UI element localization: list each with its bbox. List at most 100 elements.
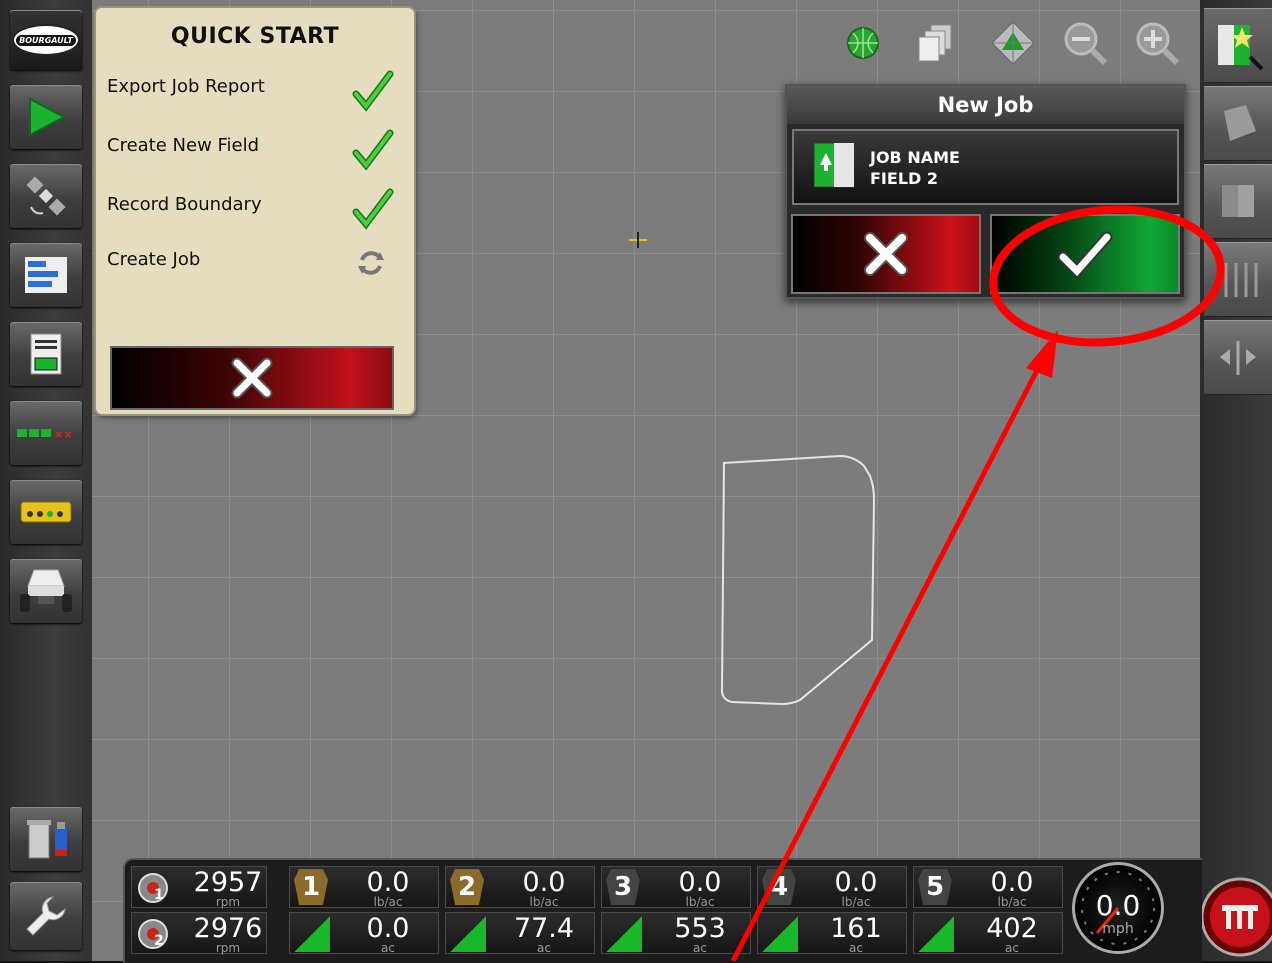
section-3-area-icon xyxy=(606,916,642,952)
speed-value: 0.0 xyxy=(1095,889,1141,922)
section-2-rate-value: 0.0 xyxy=(522,867,566,898)
section-4-area-icon xyxy=(762,916,798,952)
guidance-button[interactable] xyxy=(10,85,82,149)
check-icon xyxy=(1057,231,1113,279)
job-name-field[interactable]: JOB NAME FIELD 2 xyxy=(792,129,1179,205)
fan-1-icon xyxy=(138,873,168,903)
seeder-icon xyxy=(20,569,72,612)
section-4-rate[interactable]: 4 0.0 lb/ac xyxy=(757,866,907,908)
section-1-area-unit: ac xyxy=(381,941,395,955)
auto-section-button[interactable] xyxy=(1200,862,1272,961)
report-button[interactable] xyxy=(10,322,82,386)
fan-2-readout[interactable]: 2 2976 rpm xyxy=(131,912,267,954)
section-2-rate[interactable]: 2 0.0 lb/ac xyxy=(445,866,595,908)
zoom-in-icon[interactable] xyxy=(1132,18,1182,68)
section-5-badge: 5 xyxy=(918,869,952,905)
new-job-accept-button[interactable] xyxy=(990,214,1180,294)
bar-list-icon xyxy=(25,257,67,293)
logo-button[interactable]: BOURGAULT xyxy=(10,10,82,70)
section-1-area-value: 0.0 xyxy=(366,913,410,944)
in-progress-icon xyxy=(358,251,384,275)
section-1-rate-unit: lb/ac xyxy=(373,895,403,909)
new-field-button[interactable] xyxy=(1204,8,1272,82)
job-name-value: FIELD 2 xyxy=(870,169,938,188)
nudge-button[interactable] xyxy=(1204,320,1272,394)
section-4-badge: 4 xyxy=(762,869,796,905)
check-icon xyxy=(352,70,394,112)
report-icon xyxy=(30,333,62,375)
section-2-area[interactable]: 77.4 ac xyxy=(445,912,595,954)
speedometer[interactable]: 0.0 mph xyxy=(1072,862,1164,954)
section-1-rate-value: 0.0 xyxy=(366,867,410,898)
vehicle-marker-icon xyxy=(629,232,647,248)
boundary-button[interactable] xyxy=(1204,86,1272,160)
fan-2-index: 2 xyxy=(154,933,164,949)
section-3-rate-value: 0.0 xyxy=(678,867,722,898)
gps-satellite-icon xyxy=(26,176,66,216)
switchbox-button[interactable] xyxy=(10,480,82,544)
field-layer-button[interactable] xyxy=(1204,164,1272,238)
section-4-area-unit: ac xyxy=(849,941,863,955)
gps-button[interactable] xyxy=(10,164,82,228)
globe-icon[interactable] xyxy=(838,18,888,68)
fan-2-value: 2976 xyxy=(193,913,263,944)
quick-start-title: QUICK START xyxy=(170,24,340,49)
section-4-rate-unit: lb/ac xyxy=(841,895,871,909)
bar-list-button[interactable] xyxy=(10,243,82,307)
check-icon xyxy=(352,188,394,230)
section-5-area[interactable]: 402 ac xyxy=(913,912,1063,954)
fan-1-value: 2957 xyxy=(193,867,263,898)
section-3-rate-unit: lb/ac xyxy=(685,895,715,909)
field-layer-icon xyxy=(1222,185,1254,217)
section-5-rate-unit: lb/ac xyxy=(997,895,1027,909)
section-1-badge: 1 xyxy=(294,869,328,905)
section-5-area-value: 402 xyxy=(986,913,1038,944)
section-3-area[interactable]: 553 ac xyxy=(601,912,751,954)
logo-text: BOURGAULT xyxy=(16,34,76,46)
section-5-area-unit: ac xyxy=(1005,941,1019,955)
section-4-rate-value: 0.0 xyxy=(834,867,878,898)
field-boundary xyxy=(720,454,876,706)
section-2-area-unit: ac xyxy=(537,941,551,955)
nudge-arrows-icon xyxy=(1220,341,1256,375)
check-icon xyxy=(352,129,394,171)
section-3-rate[interactable]: 3 0.0 lb/ac xyxy=(601,866,751,908)
field-icon xyxy=(813,142,855,188)
section-status-button[interactable]: ×× xyxy=(10,401,82,465)
close-icon xyxy=(231,357,273,399)
svg-text:××: ×× xyxy=(54,428,72,440)
close-icon xyxy=(864,232,908,276)
quick-start-item-create-job[interactable]: Create Job xyxy=(107,249,200,270)
fan-1-index: 1 xyxy=(154,887,164,903)
quick-start-item-export-job-report[interactable]: Export Job Report xyxy=(107,76,265,97)
right-sidebar xyxy=(1200,0,1272,961)
section-2-area-icon xyxy=(450,916,486,952)
quick-start-close-button[interactable] xyxy=(110,346,394,410)
section-4-area-value: 161 xyxy=(830,913,882,944)
layers-icon[interactable] xyxy=(912,18,962,68)
guideline-button[interactable] xyxy=(1204,242,1272,316)
job-name-label: JOB NAME xyxy=(870,148,960,167)
section-5-rate[interactable]: 5 0.0 lb/ac xyxy=(913,866,1063,908)
quick-start-item-create-new-field[interactable]: Create New Field xyxy=(107,135,259,156)
seeder-button[interactable] xyxy=(10,559,82,623)
fan-1-readout[interactable]: 1 2957 rpm xyxy=(131,866,267,908)
zoom-out-icon[interactable] xyxy=(1060,18,1110,68)
section-1-area[interactable]: 0.0 ac xyxy=(289,912,439,954)
view-mode-icon[interactable] xyxy=(988,18,1038,68)
section-5-area-icon xyxy=(918,916,954,952)
boundary-icon xyxy=(1224,105,1256,141)
section-1-rate[interactable]: 1 0.0 lb/ac xyxy=(289,866,439,908)
trash-usb-icon xyxy=(27,820,67,859)
section-3-badge: 3 xyxy=(606,869,640,905)
new-job-cancel-button[interactable] xyxy=(791,214,981,294)
section-5-rate-value: 0.0 xyxy=(990,867,1034,898)
left-sidebar: BOURGAULT ×× xyxy=(0,0,92,961)
settings-button[interactable] xyxy=(10,882,82,950)
section-status-icon: ×× xyxy=(17,428,72,440)
wrench-icon xyxy=(26,896,66,936)
new-job-title: New Job xyxy=(787,86,1184,124)
section-4-area[interactable]: 161 ac xyxy=(757,912,907,954)
trash-usb-button[interactable] xyxy=(10,807,82,871)
quick-start-item-record-boundary[interactable]: Record Boundary xyxy=(107,194,262,215)
